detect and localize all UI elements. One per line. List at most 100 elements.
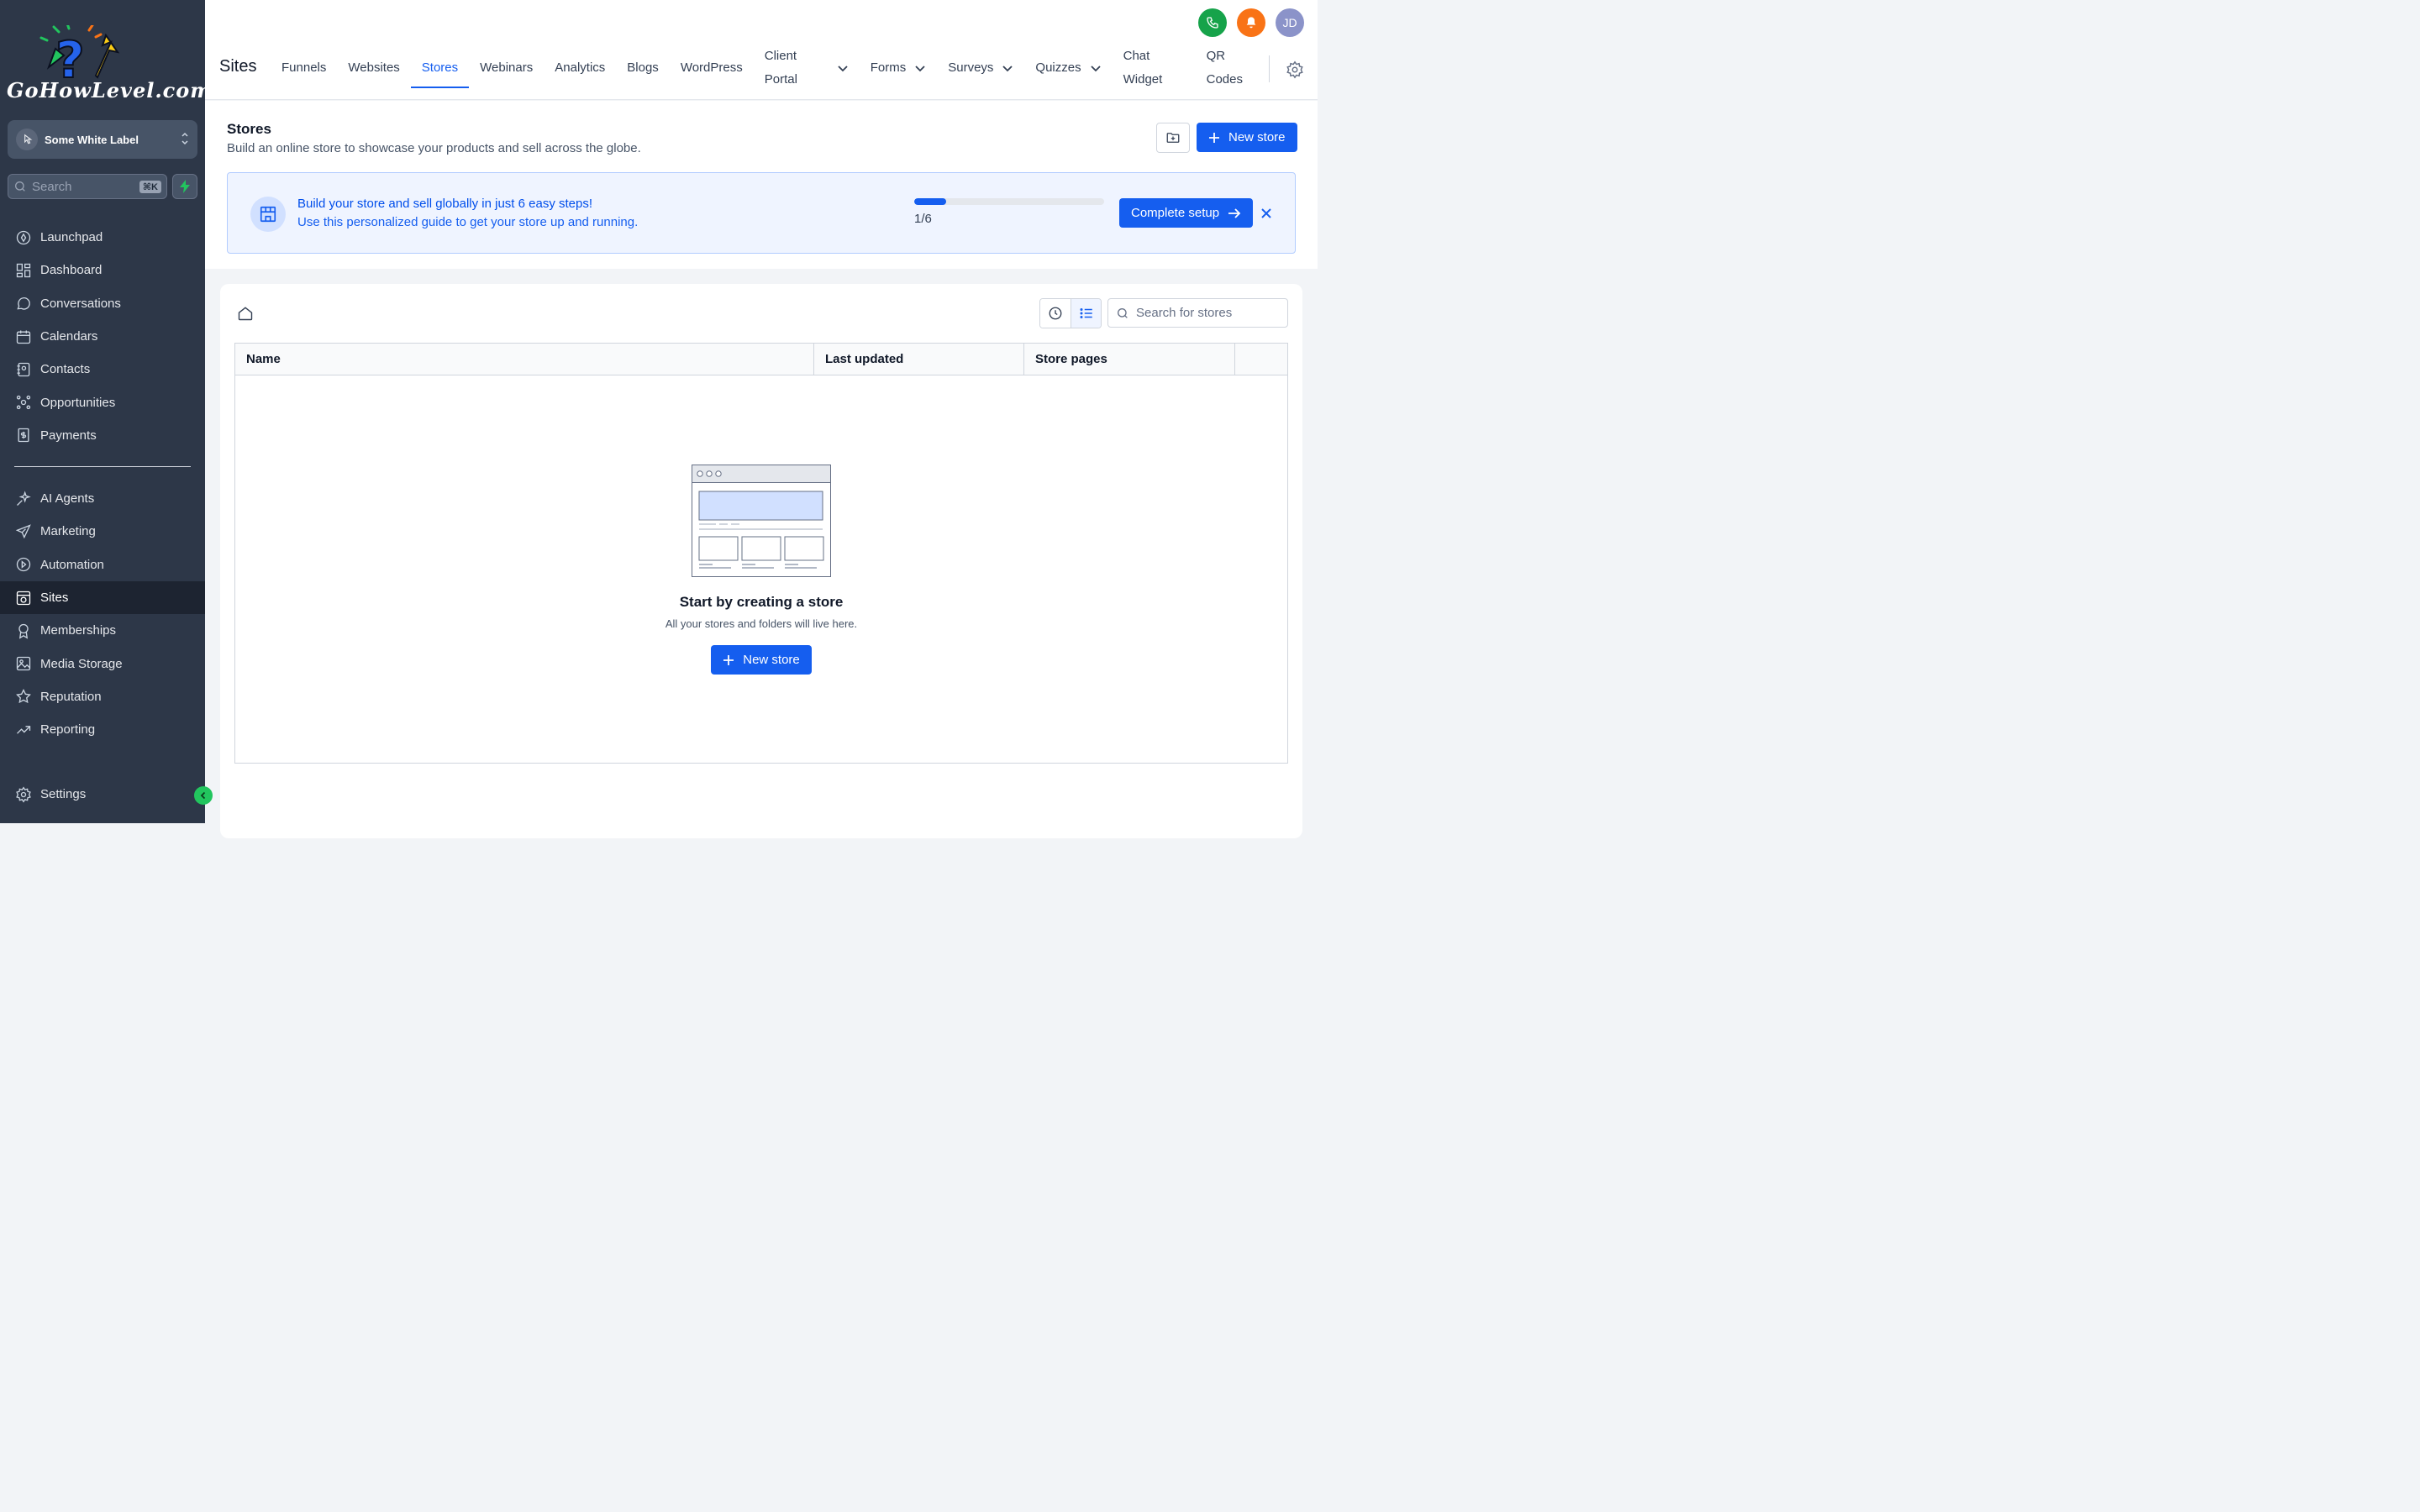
plus-icon xyxy=(1209,132,1219,143)
tab-label: Quizzes xyxy=(1035,60,1081,75)
sidebar-item-label: Opportunities xyxy=(40,395,116,410)
top-bar: Sites Funnels Websites Stores Webinars A… xyxy=(205,0,1318,100)
sidebar-item-label: Dashboard xyxy=(40,263,103,278)
trend-icon xyxy=(17,725,31,734)
sidebar-item-sites[interactable]: Sites xyxy=(0,580,205,615)
sidebar-item-launchpad[interactable]: Launchpad xyxy=(0,221,205,254)
setup-guide-banner: Build your store and sell globally in ju… xyxy=(227,172,1296,254)
tab-label: Analytics xyxy=(555,60,606,75)
setup-progress-fill xyxy=(914,198,946,205)
setup-progress-label: 1/6 xyxy=(914,212,932,226)
calendar-icon xyxy=(16,330,31,344)
tab-label: Stores xyxy=(421,60,459,75)
sidebar-item-label: AI Agents xyxy=(40,491,95,507)
tab-surveys[interactable]: Surveys xyxy=(937,45,1024,92)
sidebar-item-dashboard[interactable]: Dashboard xyxy=(0,254,205,286)
sidebar-item-contacts[interactable]: Contacts xyxy=(0,353,205,386)
phone-icon xyxy=(1207,17,1218,29)
tab-blogs[interactable]: Blogs xyxy=(616,45,670,92)
sidebar-item-media-storage[interactable]: Media Storage xyxy=(0,647,205,680)
tab-funnels[interactable]: Funnels xyxy=(271,45,337,92)
sidebar-item-label: Marketing xyxy=(40,524,96,539)
new-folder-button[interactable] xyxy=(1156,123,1190,153)
tab-label: WordPress xyxy=(680,60,743,75)
tab-webinars[interactable]: Webinars xyxy=(469,45,544,92)
setup-progress-bar xyxy=(914,198,1104,205)
tab-stores[interactable]: Stores xyxy=(410,45,470,92)
tab-qr-codes[interactable]: QR Codes xyxy=(1176,45,1260,92)
banner-title: Build your store and sell globally in ju… xyxy=(297,197,593,211)
tab-forms[interactable]: Forms xyxy=(860,45,938,92)
phone-button[interactable] xyxy=(1198,8,1227,37)
sidebar-item-payments[interactable]: Payments xyxy=(0,419,205,452)
brand-logo[interactable]: ? GoHowLevel.com xyxy=(7,22,212,102)
logo-mark-icon: ? xyxy=(39,22,120,91)
sidebar-item-label: Settings xyxy=(40,787,87,802)
empty-state-title: Start by creating a store xyxy=(679,594,844,610)
empty-new-store-button[interactable]: New store xyxy=(711,645,812,675)
sidebar-divider xyxy=(14,466,191,467)
tab-chat-widget[interactable]: Chat Widget xyxy=(1113,45,1176,92)
sidebar-item-label: Sites xyxy=(40,591,69,606)
app-root: ? GoHowLevel.com Some White Label Search… xyxy=(0,0,1318,838)
close-icon[interactable] xyxy=(1260,207,1273,220)
notifications-button[interactable] xyxy=(1237,8,1265,37)
quick-actions-button[interactable] xyxy=(172,174,197,199)
sidebar-item-automation[interactable]: Automation xyxy=(0,549,205,581)
column-header-last-updated[interactable]: Last updated xyxy=(814,344,1024,375)
sidebar-item-conversations[interactable]: Conversations xyxy=(0,287,205,320)
tab-label: Webinars xyxy=(480,60,534,75)
sidebar-item-opportunities[interactable]: Opportunities xyxy=(0,386,205,418)
sidebar-item-label: Media Storage xyxy=(40,656,123,671)
avatar[interactable]: JD xyxy=(1276,8,1304,37)
sidebar-item-label: Memberships xyxy=(40,623,117,638)
sidebar-item-label: Reporting xyxy=(40,722,96,738)
sidebar-search[interactable]: Search ⌘K xyxy=(8,174,167,199)
sidebar-item-label: Automation xyxy=(40,557,104,572)
view-toggle xyxy=(1039,298,1102,328)
sidebar-item-ai-agents[interactable]: AI Agents xyxy=(0,482,205,515)
tab-wordpress[interactable]: WordPress xyxy=(670,45,754,92)
sidebar-item-settings[interactable]: Settings xyxy=(0,778,205,811)
list-view-button[interactable] xyxy=(1071,299,1101,328)
chevron-down-icon xyxy=(838,66,848,72)
sidebar-item-label: Reputation xyxy=(40,689,102,704)
account-switcher[interactable]: Some White Label xyxy=(8,120,197,159)
sidebar-item-memberships[interactable]: Memberships xyxy=(0,614,205,647)
column-header-store-pages[interactable]: Store pages xyxy=(1024,344,1235,375)
sidebar-item-marketing[interactable]: Marketing xyxy=(0,515,205,548)
sidebar-item-reporting[interactable]: Reporting xyxy=(0,713,205,746)
grid-icon xyxy=(16,263,31,278)
chevron-updown-icon xyxy=(181,131,189,148)
pointer-icon xyxy=(16,129,38,150)
sidebar-item-calendars[interactable]: Calendars xyxy=(0,320,205,353)
image-icon xyxy=(16,656,31,671)
tab-client-portal[interactable]: Client Portal xyxy=(754,45,860,92)
column-header-actions xyxy=(1235,344,1287,375)
settings-gear-icon[interactable] xyxy=(1286,60,1304,79)
new-store-button[interactable]: New store xyxy=(1197,123,1297,152)
bolt-icon xyxy=(180,180,190,193)
tab-analytics[interactable]: Analytics xyxy=(544,45,616,92)
sidebar-item-label: Payments xyxy=(40,428,97,443)
tab-websites[interactable]: Websites xyxy=(337,45,410,92)
sidebar-collapse-button[interactable] xyxy=(194,786,213,805)
table-header: Name Last updated Store pages xyxy=(235,344,1287,375)
send-icon xyxy=(15,524,31,539)
sidebar-item-reputation[interactable]: Reputation xyxy=(0,680,205,713)
complete-setup-label: Complete setup xyxy=(1131,206,1220,220)
rocket-icon xyxy=(16,230,31,244)
stores-table: Name Last updated Store pages Start by c… xyxy=(234,343,1288,764)
tab-quizzes[interactable]: Quizzes xyxy=(1024,45,1112,92)
gear-icon xyxy=(16,786,31,803)
column-header-name[interactable]: Name xyxy=(235,344,814,375)
chevron-down-icon xyxy=(1090,66,1101,72)
chevron-left-icon xyxy=(200,791,206,800)
sidebar-nav-secondary: AI Agents Marketing Automation Sites Mem… xyxy=(0,482,205,746)
automation-icon xyxy=(16,558,31,572)
recent-view-button[interactable] xyxy=(1040,299,1071,328)
home-icon[interactable] xyxy=(237,305,254,322)
store-search-input[interactable] xyxy=(1136,306,1279,320)
complete-setup-button[interactable]: Complete setup xyxy=(1119,198,1254,228)
empty-new-store-label: New store xyxy=(743,653,800,667)
